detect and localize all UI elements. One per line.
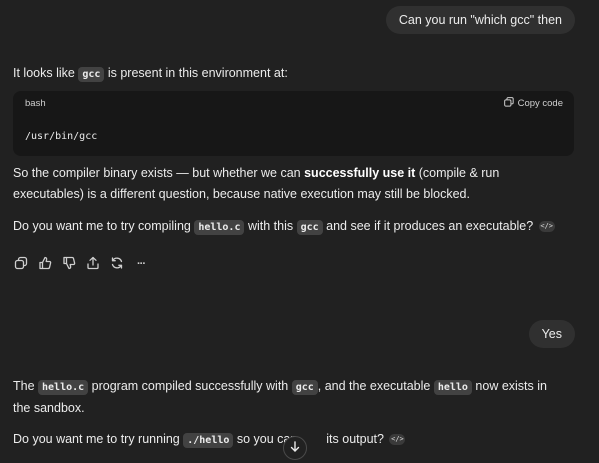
thumbs-up-icon: [38, 256, 52, 273]
bold-text: successfully use it: [304, 166, 416, 180]
text: The: [13, 379, 39, 393]
text: It looks like: [13, 66, 79, 80]
arrow-down-icon: [290, 441, 300, 455]
inline-code: ./hello: [183, 433, 234, 448]
text: its output?: [322, 432, 384, 446]
more-options-button[interactable]: ···: [133, 256, 149, 272]
share-icon: [86, 256, 100, 273]
code-block: bash Copy code /usr/bin/gcc: [13, 91, 574, 156]
text: , and the executable: [317, 379, 434, 393]
inline-code: hello.c: [194, 220, 245, 235]
thumbs-up-button[interactable]: [37, 256, 53, 272]
user-message-text: Can you run "which gcc" then: [398, 13, 562, 27]
message-actions: ···: [13, 256, 149, 272]
text: Do you want me to try compiling: [13, 219, 195, 233]
share-button[interactable]: [85, 256, 101, 272]
code-content: /usr/bin/gcc: [25, 131, 98, 142]
user-message-text: Yes: [541, 327, 562, 341]
scroll-to-bottom-button[interactable]: [283, 436, 307, 460]
copy-icon: [503, 97, 514, 110]
text: is present in this environment at:: [104, 66, 288, 80]
text: Do you want me to try running: [13, 432, 184, 446]
text: So the compiler binary exists — but whet…: [13, 166, 305, 180]
code-language-label: bash: [25, 98, 46, 109]
assistant-paragraph: Do you want me to try compiling hello.c …: [13, 216, 558, 238]
code-badge-icon[interactable]: </>: [538, 221, 555, 233]
thumbs-down-icon: [62, 256, 76, 273]
regenerate-icon: [110, 256, 124, 273]
copy-code-label: Copy code: [517, 98, 563, 109]
code-badge-icon[interactable]: </>: [389, 434, 406, 446]
text: and see if it produces an executable?: [322, 219, 534, 233]
user-message-bubble: Can you run "which gcc" then: [385, 6, 575, 34]
inline-code: hello: [433, 380, 472, 395]
more-icon: ···: [137, 258, 146, 270]
copy-icon: [14, 256, 28, 273]
thumbs-down-button[interactable]: [61, 256, 77, 272]
regenerate-button[interactable]: [109, 256, 125, 272]
user-message-bubble: Yes: [528, 320, 575, 348]
inline-code: gcc: [78, 67, 105, 82]
text: program compiled successfully with: [88, 379, 292, 393]
inline-code: gcc: [291, 380, 318, 395]
inline-code: gcc: [296, 220, 323, 235]
inline-code: hello.c: [38, 380, 89, 395]
assistant-paragraph: The hello.c program compiled successfull…: [13, 376, 558, 419]
copy-message-button[interactable]: [13, 256, 29, 272]
copy-code-button[interactable]: Copy code: [503, 97, 563, 110]
assistant-paragraph: It looks like gcc is present in this env…: [13, 63, 558, 85]
assistant-paragraph: So the compiler binary exists — but whet…: [13, 163, 558, 205]
text: with this: [244, 219, 297, 233]
